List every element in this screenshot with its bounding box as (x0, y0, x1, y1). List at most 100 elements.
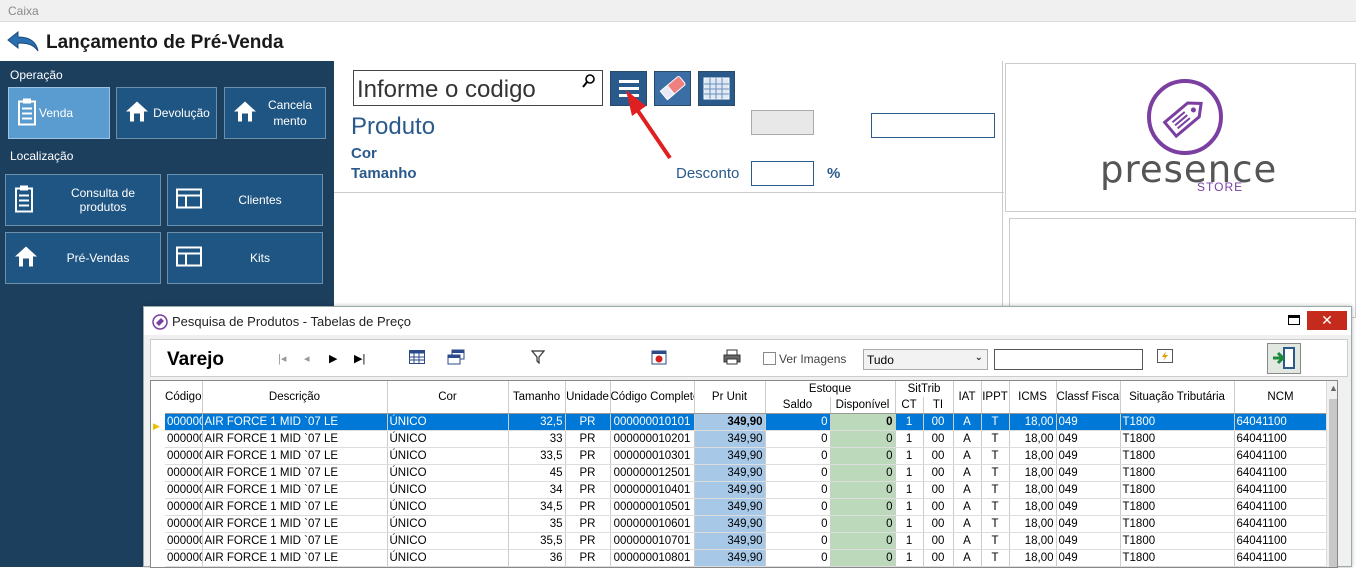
cell-ti: 00 (923, 515, 954, 533)
cell-classf: 049 (1056, 498, 1121, 516)
col-descricao[interactable]: Descrição (202, 381, 388, 414)
table-row[interactable]: 000000 AIR FORCE 1 MID `07 LE ÚNICO 35 PR 000… (165, 515, 1328, 533)
filter-input[interactable] (994, 349, 1143, 370)
close-button[interactable]: ✕ (1307, 311, 1347, 330)
cell-codigo-completo: 000000010801 (610, 549, 695, 567)
col-icms[interactable]: ICMS (1009, 381, 1057, 414)
col-cor[interactable]: Cor (387, 381, 509, 414)
cell-saldo: 0 (765, 481, 831, 499)
col-situacao[interactable]: Situação Tributária (1120, 381, 1235, 414)
produto-label: Produto (351, 113, 436, 140)
cell-codigo-completo: 000000010601 (610, 515, 695, 533)
cell-iat: A (953, 498, 982, 516)
table-row[interactable]: 000000 AIR FORCE 1 MID `07 LE ÚNICO 33,5 PR 0… (165, 447, 1328, 465)
table-row[interactable]: 000000 AIR FORCE 1 MID `07 LE ÚNICO 33 PR 000… (165, 430, 1328, 448)
col-ippt[interactable]: IPPT (981, 381, 1010, 414)
col-ct[interactable]: CT (895, 397, 924, 414)
prev-record-icon[interactable]: ◂ (304, 352, 310, 365)
copy-windows-icon[interactable] (447, 349, 465, 368)
title-bar: Lançamento de Pré-Venda (0, 23, 1356, 61)
table-row[interactable]: 000000 AIR FORCE 1 MID `07 LE ÚNICO 34,5 PR 0… (165, 498, 1328, 516)
cell-situacao: T1800 (1120, 464, 1235, 482)
first-record-icon[interactable]: |◂ (278, 352, 286, 365)
col-ncm[interactable]: NCM (1234, 381, 1328, 414)
cell-icms: 18,00 (1009, 549, 1057, 567)
next-record-icon[interactable]: ▶ (329, 352, 337, 365)
cell-descricao: AIR FORCE 1 MID `07 LE (202, 447, 388, 465)
col-unidade[interactable]: Unidade (565, 381, 611, 414)
consulta-produtos-button[interactable]: Consulta de produtos (5, 174, 161, 226)
page-title: Lançamento de Pré-Venda (46, 32, 284, 53)
col-ti[interactable]: TI (923, 397, 954, 414)
clientes-button[interactable]: Clientes (167, 174, 323, 226)
devolucao-button[interactable]: Devolução (116, 87, 217, 139)
cell-ncm: 64041100 (1234, 430, 1328, 448)
scrollbar-thumb[interactable] (1329, 399, 1337, 567)
devolucao-label: Devolução (153, 106, 210, 120)
table-row[interactable]: 000000 AIR FORCE 1 MID `07 LE ÚNICO 35,5 PR 0… (165, 532, 1328, 550)
table-row[interactable]: 000000 AIR FORCE 1 MID `07 LE ÚNICO 34 PR 000… (165, 481, 1328, 499)
search-icon[interactable] (582, 74, 596, 91)
cell-ti: 00 (923, 549, 954, 567)
kits-button[interactable]: Kits (167, 232, 323, 284)
table-row[interactable]: 000000 AIR FORCE 1 MID `07 LE ÚNICO 45 PR 000… (165, 464, 1328, 482)
cell-icms: 18,00 (1009, 464, 1057, 482)
ver-imagens-label: Ver Imagens (779, 352, 847, 366)
price-field[interactable] (871, 113, 995, 138)
pre-vendas-button[interactable]: Pré-Vendas (5, 232, 161, 284)
table-row[interactable]: 000000 AIR FORCE 1 MID `07 LE ÚNICO 36 PR 000… (165, 549, 1328, 567)
col-tamanho[interactable]: Tamanho (508, 381, 566, 414)
desconto-field[interactable] (751, 161, 814, 186)
col-saldo[interactable]: Saldo (765, 397, 831, 414)
cell-ncm: 64041100 (1234, 447, 1328, 465)
cell-cor: ÚNICO (387, 413, 509, 431)
cell-ti: 00 (923, 481, 954, 499)
cell-ncm: 64041100 (1234, 515, 1328, 533)
back-arrow-icon[interactable] (6, 30, 40, 56)
cell-situacao: T1800 (1120, 515, 1235, 533)
col-codigo[interactable]: Código (165, 381, 203, 414)
print-icon[interactable] (723, 349, 741, 368)
grid-icon[interactable] (409, 350, 425, 367)
minimize-icon[interactable] (1288, 315, 1300, 325)
col-codigo-completo[interactable]: Código Completo (610, 381, 695, 414)
cell-tamanho: 34,5 (508, 498, 566, 516)
cancelamento-button[interactable]: Cancela mento (224, 87, 326, 139)
desconto-label: Desconto (676, 165, 740, 182)
codigo-search-input[interactable]: Informe o codigo (353, 70, 603, 106)
cell-situacao: T1800 (1120, 549, 1235, 567)
filter-select[interactable]: Tudo ⌄ (863, 349, 988, 370)
exit-button[interactable] (1267, 343, 1301, 374)
cell-saldo: 0 (765, 532, 831, 550)
cell-ippt: T (981, 515, 1010, 533)
cell-descricao: AIR FORCE 1 MID `07 LE (202, 549, 388, 567)
cell-disponivel: 0 (830, 447, 896, 465)
cell-icms: 18,00 (1009, 532, 1057, 550)
cell-ti: 00 (923, 447, 954, 465)
last-record-icon[interactable]: ▶| (354, 352, 365, 365)
ver-imagens-checkbox[interactable] (763, 352, 776, 365)
venda-button[interactable]: Venda (8, 87, 110, 139)
export-icon[interactable] (651, 349, 667, 368)
scroll-up-icon[interactable]: ▲ (1329, 383, 1337, 393)
col-disponivel[interactable]: Disponível (830, 397, 896, 414)
table-row[interactable]: 000000 AIR FORCE 1 MID `07 LE ÚNICO 32,5 PR 0… (165, 413, 1328, 431)
tag-icon (1147, 79, 1223, 155)
col-iat[interactable]: IAT (953, 381, 982, 414)
lightning-icon[interactable] (1157, 349, 1173, 366)
col-pr-unit[interactable]: Pr Unit (694, 381, 766, 414)
cell-situacao: T1800 (1120, 498, 1235, 516)
products-table: Código Descrição Cor Tamanho Unidade Cód… (165, 381, 1328, 567)
cell-tamanho: 32,5 (508, 413, 566, 431)
grid-view-button[interactable] (698, 71, 735, 106)
cell-descricao: AIR FORCE 1 MID `07 LE (202, 430, 388, 448)
cell-icms: 18,00 (1009, 413, 1057, 431)
cell-pr-unit: 349,90 (694, 498, 766, 516)
cell-cor: ÚNICO (387, 447, 509, 465)
vertical-scrollbar[interactable]: ▲ (1326, 381, 1337, 567)
cell-pr-unit: 349,90 (694, 430, 766, 448)
brand-name: presence (1100, 148, 1278, 191)
filter-icon[interactable] (530, 350, 546, 367)
quantity-field[interactable] (751, 110, 814, 135)
col-classf[interactable]: Classf Fiscal (1056, 381, 1121, 414)
